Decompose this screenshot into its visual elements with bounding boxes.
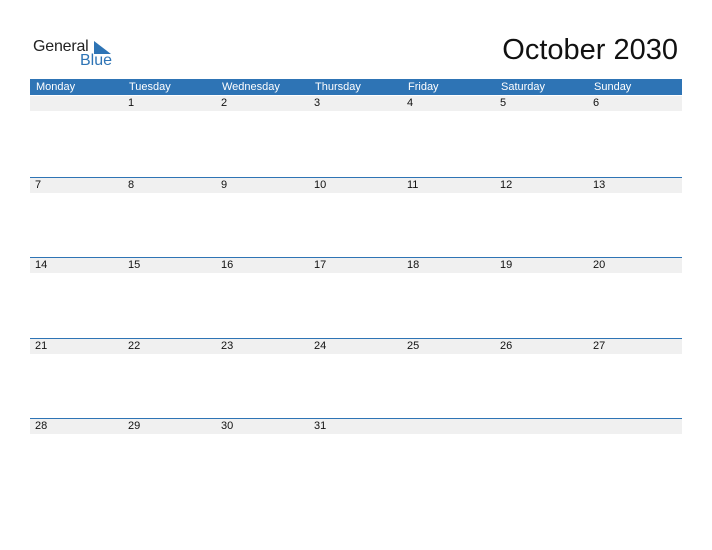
day-cell: 17 [314,259,327,271]
day-cell: 7 [35,179,42,191]
day-cell: 21 [35,340,48,352]
page-title: October 2030 [502,34,678,66]
week-row: 7 8 9 10 11 12 13 [30,177,682,193]
day-cell: 27 [593,340,606,352]
weekday-label: Friday [408,81,439,93]
day-cell: 29 [128,420,141,432]
day-cell: 22 [128,340,141,352]
weekday-label: Tuesday [129,81,171,93]
day-cell: 19 [500,259,513,271]
date-strip: 21 22 23 24 25 26 27 [30,339,682,354]
day-cell: 3 [314,97,321,109]
weekday-label: Saturday [501,81,546,93]
day-cell: 5 [500,97,507,109]
day-cell: 30 [221,420,234,432]
day-cell: 1 [128,97,135,109]
day-cell: 28 [35,420,48,432]
day-cell: 20 [593,259,606,271]
week-row: 21 22 23 24 25 26 27 [30,338,682,354]
day-cell: 13 [593,179,606,191]
logo: General Blue [33,38,123,72]
day-cell: 2 [221,97,228,109]
day-cell: 15 [128,259,141,271]
day-cell: 9 [221,179,228,191]
date-strip: 14 15 16 17 18 19 20 [30,258,682,273]
day-cell: 24 [314,340,327,352]
week-row: 14 15 16 17 18 19 20 [30,257,682,273]
date-strip: 28 29 30 31 [30,419,682,434]
day-cell: 18 [407,259,420,271]
weekday-label: Wednesday [222,81,280,93]
day-cell: 11 [407,179,419,191]
logo-text-blue: Blue [80,52,113,69]
week-row: 1 2 3 4 5 6 [30,96,682,111]
day-cell [495,419,588,434]
day-cell: 6 [593,97,600,109]
day-cell: 10 [314,179,327,191]
weekday-label: Sunday [594,81,632,93]
day-cell: 12 [500,179,513,191]
weekday-header: Monday Tuesday Wednesday Thursday Friday… [30,79,682,95]
day-cell [588,419,681,434]
day-cell: 14 [35,259,48,271]
day-cell [402,419,495,434]
weekday-label: Thursday [315,81,361,93]
day-cell: 25 [407,340,420,352]
date-strip: 7 8 9 10 11 12 13 [30,178,682,193]
day-cell: 8 [128,179,135,191]
weekday-label: Monday [36,81,76,93]
day-cell: 16 [221,259,234,271]
date-strip: 1 2 3 4 5 6 [30,96,682,111]
day-cell: 23 [221,340,234,352]
day-cell: 31 [314,420,327,432]
day-cell: 26 [500,340,513,352]
week-row: 28 29 30 31 [30,418,682,434]
day-cell [30,96,123,111]
day-cell: 4 [407,97,414,109]
